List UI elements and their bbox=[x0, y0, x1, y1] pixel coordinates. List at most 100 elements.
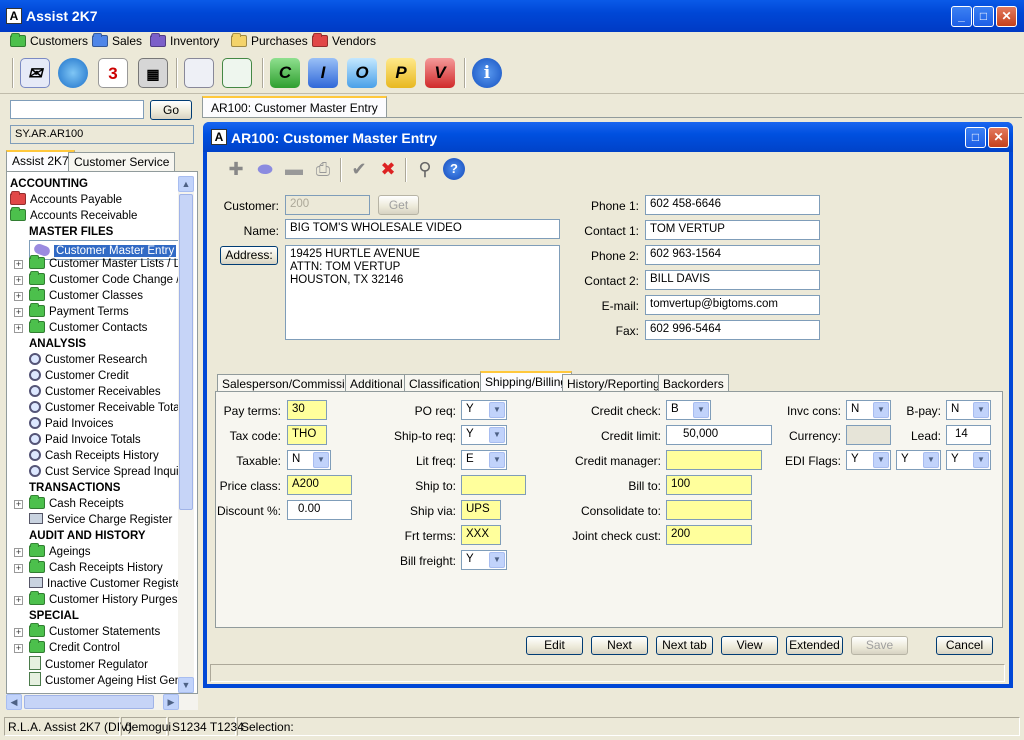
view-button[interactable]: View bbox=[721, 636, 778, 655]
tree-item[interactable]: Customer Regulator bbox=[29, 656, 148, 672]
menu-customers[interactable]: Customers bbox=[10, 33, 88, 50]
remove-icon[interactable]: ▬ bbox=[283, 158, 305, 180]
joint-check-field[interactable]: 200 bbox=[666, 525, 752, 545]
bill-to-field[interactable]: 100 bbox=[666, 475, 752, 495]
tab-ar100-document[interactable]: AR100: Customer Master Entry bbox=[202, 96, 387, 118]
tree-item[interactable]: Cash Receipts History bbox=[29, 559, 163, 576]
tree-item[interactable]: Paid Invoices bbox=[29, 416, 113, 432]
expand-icon[interactable]: + bbox=[14, 276, 23, 285]
chevron-down-icon[interactable]: ▼ bbox=[313, 452, 329, 468]
minimize-button[interactable]: _ bbox=[951, 6, 972, 27]
cancel-button[interactable]: Cancel bbox=[936, 636, 993, 655]
tab-assist-2k7[interactable]: Assist 2K7 bbox=[6, 150, 75, 172]
invc-cons-select[interactable]: N ▼ bbox=[846, 400, 891, 420]
expand-icon[interactable]: + bbox=[14, 292, 23, 301]
tree-item[interactable]: Payment Terms bbox=[29, 303, 129, 320]
maximize-button[interactable]: □ bbox=[973, 6, 994, 27]
price-class-field[interactable]: A200 bbox=[287, 475, 352, 495]
chevron-down-icon[interactable]: ▼ bbox=[489, 552, 505, 568]
customers-c-icon[interactable]: C bbox=[270, 58, 300, 88]
address-button[interactable]: Address: bbox=[220, 246, 278, 265]
inner-close-button[interactable]: ✕ bbox=[988, 127, 1009, 148]
ship-via-field[interactable]: UPS bbox=[461, 500, 501, 520]
contact-card-icon[interactable] bbox=[184, 58, 214, 88]
menu-vendors[interactable]: Vendors bbox=[312, 33, 376, 50]
tree-item[interactable]: Customer Master Lists / Lab bbox=[29, 255, 193, 272]
edi-flag-1-select[interactable]: Y ▼ bbox=[846, 450, 891, 470]
contact1-field[interactable]: TOM VERTUP bbox=[645, 220, 820, 240]
name-field[interactable]: BIG TOM'S WHOLESALE VIDEO bbox=[285, 219, 560, 239]
search-input[interactable] bbox=[10, 100, 144, 119]
tree-hscrollbar[interactable]: ◀ ▶ bbox=[6, 694, 198, 710]
tree-item[interactable]: Customer Research bbox=[29, 352, 147, 368]
tree-item[interactable]: Cash Receipts History bbox=[29, 448, 159, 464]
tree-item[interactable]: Customer Statements bbox=[29, 623, 160, 640]
report-icon[interactable] bbox=[222, 58, 252, 88]
expand-icon[interactable]: + bbox=[14, 324, 23, 333]
scroll-thumb[interactable] bbox=[179, 194, 193, 510]
scroll-down-icon[interactable]: ▼ bbox=[178, 677, 194, 693]
email-field[interactable]: tomvertup@bigtoms.com bbox=[645, 295, 820, 315]
scroll-left-icon[interactable]: ◀ bbox=[6, 694, 22, 710]
credit-limit-field[interactable]: 50,000 bbox=[666, 425, 772, 445]
menu-sales[interactable]: Sales bbox=[92, 33, 142, 50]
tree-item[interactable]: Customer Contacts bbox=[29, 319, 147, 336]
credit-check-select[interactable]: B ▼ bbox=[666, 400, 711, 420]
frt-terms-field[interactable]: XXX bbox=[461, 525, 501, 545]
info-icon[interactable]: i bbox=[472, 58, 502, 88]
save-button[interactable]: Save bbox=[851, 636, 908, 655]
chevron-down-icon[interactable]: ▼ bbox=[693, 402, 709, 418]
chevron-down-icon[interactable]: ▼ bbox=[873, 402, 889, 418]
go-button[interactable]: Go bbox=[150, 100, 192, 120]
lead-field[interactable]: 14 bbox=[946, 425, 991, 445]
credit-manager-field[interactable] bbox=[666, 450, 762, 470]
add-icon[interactable]: ✚ bbox=[225, 158, 247, 180]
scroll-up-icon[interactable]: ▲ bbox=[178, 176, 194, 192]
hscroll-thumb[interactable] bbox=[24, 695, 154, 709]
pay-terms-field[interactable]: 30 bbox=[287, 400, 327, 420]
tab-classifications[interactable]: Classifications bbox=[404, 374, 491, 392]
magnifier-icon[interactable]: ⚲ bbox=[414, 158, 436, 180]
inner-maximize-button[interactable]: □ bbox=[965, 127, 986, 148]
expand-icon[interactable]: + bbox=[14, 628, 23, 637]
phone2-field[interactable]: 602 963-1564 bbox=[645, 245, 820, 265]
calculator-icon[interactable]: ▦ bbox=[138, 58, 168, 88]
tree-item[interactable]: Customer Code Change / D bbox=[29, 271, 191, 288]
print-icon[interactable]: ⎙ bbox=[312, 158, 334, 180]
vendors-v-icon[interactable]: V bbox=[425, 58, 455, 88]
tree-item[interactable]: Accounts Receivable bbox=[10, 207, 137, 224]
chevron-down-icon[interactable]: ▼ bbox=[873, 452, 889, 468]
chevron-down-icon[interactable]: ▼ bbox=[923, 452, 939, 468]
contact2-field[interactable]: BILL DAVIS bbox=[645, 270, 820, 290]
tree-item[interactable]: Customer Classes bbox=[29, 287, 143, 304]
chevron-down-icon[interactable]: ▼ bbox=[489, 452, 505, 468]
tab-backorders[interactable]: Backorders bbox=[658, 374, 729, 392]
tab-customer-service[interactable]: Customer Service bbox=[68, 152, 176, 171]
calendar-icon[interactable]: 3 bbox=[98, 58, 128, 88]
chevron-down-icon[interactable]: ▼ bbox=[973, 452, 989, 468]
chevron-down-icon[interactable]: ▼ bbox=[973, 402, 989, 418]
tree-item[interactable]: Customer Receivable Total bbox=[29, 400, 182, 416]
bill-freight-select[interactable]: Y ▼ bbox=[461, 550, 507, 570]
checkmark-icon[interactable]: ✔ bbox=[348, 158, 370, 180]
edit-button[interactable]: Edit bbox=[526, 636, 583, 655]
expand-icon[interactable]: + bbox=[14, 644, 23, 653]
tree-item[interactable]: Customer History Purges bbox=[29, 591, 177, 608]
help-icon[interactable]: ? bbox=[443, 158, 465, 180]
get-button[interactable]: Get bbox=[378, 195, 419, 215]
expand-icon[interactable]: + bbox=[14, 308, 23, 317]
tree-item[interactable]: Ageings bbox=[29, 543, 91, 560]
expand-icon[interactable]: + bbox=[14, 548, 23, 557]
ship-to-field[interactable] bbox=[461, 475, 526, 495]
tree-item[interactable]: Customer Credit bbox=[29, 368, 129, 384]
menu-inventory[interactable]: Inventory bbox=[150, 33, 219, 50]
tab-shipping-billing[interactable]: Shipping/Billing bbox=[480, 371, 573, 393]
edi-flag-2-select[interactable]: Y ▼ bbox=[896, 450, 941, 470]
tree-item[interactable]: Credit Control bbox=[29, 639, 120, 656]
tree-item[interactable]: Customer Receivables bbox=[29, 384, 161, 400]
fax-field[interactable]: 602 996-5464 bbox=[645, 320, 820, 340]
po-req-select[interactable]: Y ▼ bbox=[461, 400, 507, 420]
menu-purchases[interactable]: Purchases bbox=[231, 33, 308, 50]
orders-o-icon[interactable]: O bbox=[347, 58, 377, 88]
address-textarea[interactable]: 19425 HURTLE AVENUE ATTN: TOM VERTUP HOU… bbox=[285, 245, 560, 340]
